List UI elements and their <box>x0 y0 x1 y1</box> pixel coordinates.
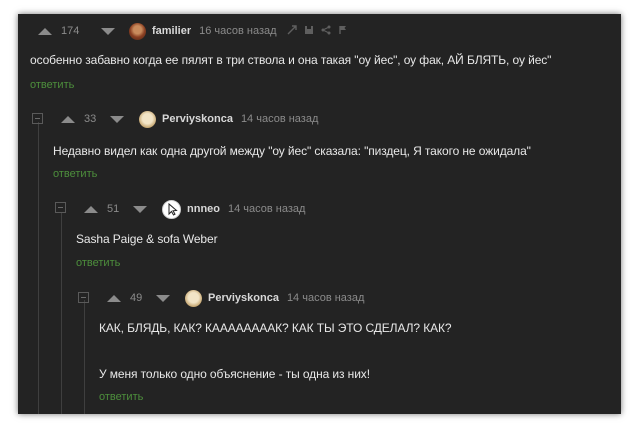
reply-link[interactable]: ответить <box>30 79 74 91</box>
comment-tools <box>287 25 348 37</box>
upvote-arrow-icon[interactable] <box>61 115 75 123</box>
comment-header: 33 Perviyskonca 14 часов назад <box>61 109 318 129</box>
reply-link[interactable]: ответить <box>99 391 143 403</box>
comment-rating: 33 <box>84 113 97 125</box>
upvote-arrow-icon[interactable] <box>38 27 52 35</box>
comment-author[interactable]: familier <box>152 25 191 37</box>
avatar[interactable] <box>129 22 146 40</box>
comments-panel: 174 familier 16 часов назад особенно заб… <box>18 14 621 414</box>
thread-line <box>84 300 85 414</box>
comment-time: 14 часов назад <box>286 292 365 304</box>
comment-text: особенно забавно когда ее пялят в три ст… <box>30 53 552 67</box>
report-flag-icon[interactable] <box>338 25 348 37</box>
save-icon[interactable] <box>304 25 314 37</box>
comment-author[interactable]: nnneo <box>187 203 220 215</box>
avatar[interactable] <box>139 110 156 128</box>
downvote-arrow-icon[interactable] <box>110 115 124 123</box>
comment-header: 51 nnneo 14 часов назад <box>84 199 305 219</box>
upvote-arrow-icon[interactable] <box>84 205 98 213</box>
thread-line <box>61 212 62 414</box>
downvote-arrow-icon[interactable] <box>101 27 115 35</box>
collapse-thread-button[interactable] <box>78 292 89 303</box>
comment-text: КАК, БЛЯДЬ, КАК? КААААААААК? КАК ТЫ ЭТО … <box>99 321 452 335</box>
upvote-arrow-icon[interactable] <box>107 294 121 302</box>
comment-text: У меня только одно объяснение - ты одна … <box>99 367 370 381</box>
downvote-arrow-icon[interactable] <box>133 205 147 213</box>
comment-time: 16 часов назад <box>199 25 277 37</box>
reply-link[interactable]: ответить <box>76 257 120 269</box>
avatar[interactable] <box>162 199 181 219</box>
downvote-arrow-icon[interactable] <box>156 294 170 302</box>
collapse-thread-button[interactable] <box>55 202 66 213</box>
reply-link[interactable]: ответить <box>53 168 97 180</box>
comment-author[interactable]: Perviyskonca <box>162 113 233 125</box>
comment-time: 14 часов назад <box>228 203 306 215</box>
comment-rating: 51 <box>107 203 120 215</box>
comment-text: Недавно видел как одна другой между "оу … <box>53 144 531 158</box>
comment-header: 174 familier 16 часов назад <box>38 21 348 41</box>
comment-author[interactable]: Perviyskonca <box>208 292 279 304</box>
comment-time: 14 часов назад <box>240 113 319 125</box>
comment-rating: 174 <box>61 25 80 37</box>
comment-rating: 49 <box>130 292 143 304</box>
avatar[interactable] <box>185 289 202 307</box>
collapse-thread-button[interactable] <box>32 113 43 124</box>
cursor-pointer-icon <box>168 202 178 216</box>
thread-line <box>38 122 39 414</box>
link-icon[interactable] <box>287 25 297 37</box>
comment-text: Sasha Paige & sofa Weber <box>76 232 218 246</box>
comment-header: 49 Perviyskonca 14 часов назад <box>107 288 364 308</box>
share-icon[interactable] <box>321 25 331 37</box>
